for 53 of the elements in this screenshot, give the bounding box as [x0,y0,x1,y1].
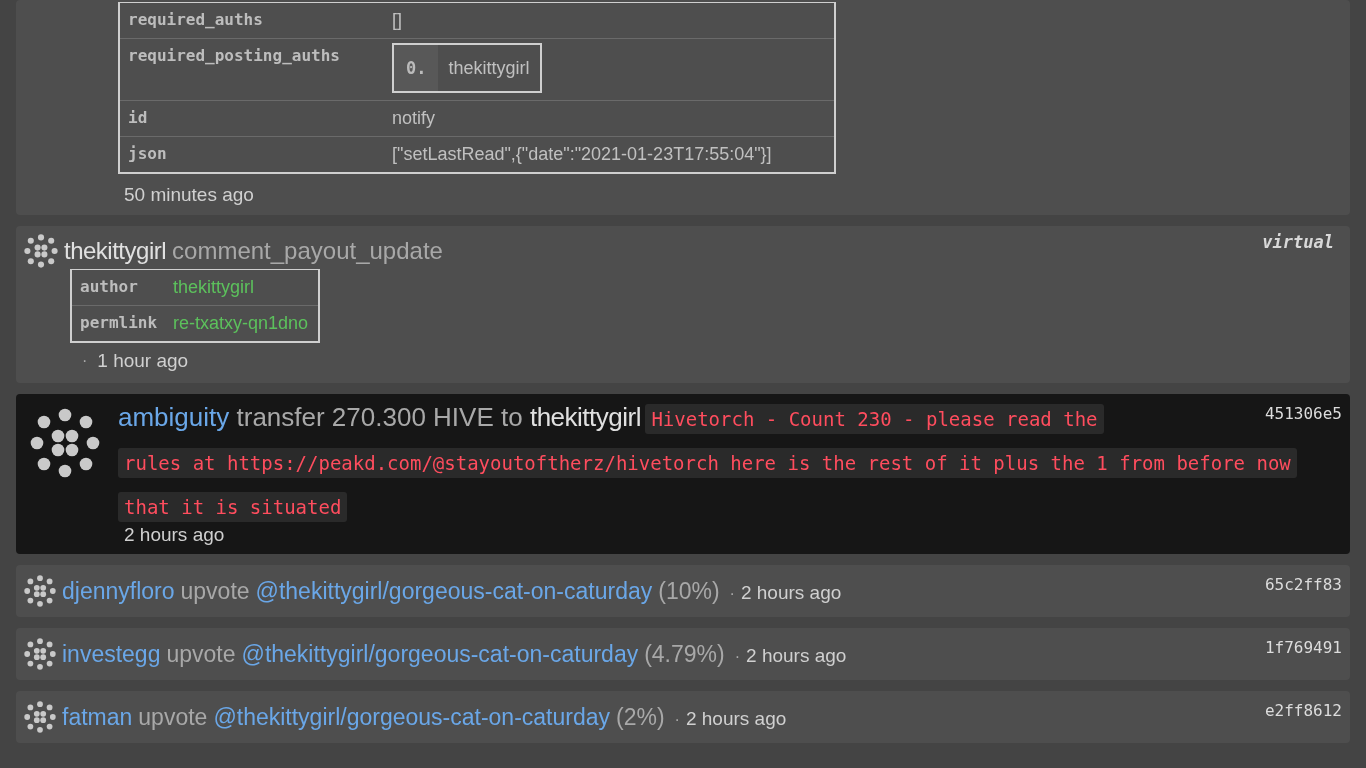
account-link[interactable]: thekittygirl [173,277,255,297]
field-key: required_posting_auths [120,39,384,101]
vote-weight: (10%) [658,577,720,605]
vote-type: upvote [138,703,208,731]
virtual-label: virtual [1262,232,1334,252]
transaction-id[interactable]: 65c2ff83 [1264,575,1342,594]
timestamp: 2 hours ago [124,524,226,546]
account-link[interactable]: ambiguity [118,402,230,432]
account-link[interactable]: djennyfloro [62,577,175,605]
list-index: 0. [394,45,439,91]
list-value: thekittygirl [447,57,531,79]
vote-type: upvote [166,640,236,668]
operation-type: comment_payout_update [172,237,443,265]
timestamp: 2 hours ago [746,644,847,667]
identicon-icon [24,701,56,733]
field-key: required_auths [120,3,384,39]
identicon-icon [24,234,58,268]
post-link[interactable]: @thekittygirl/gorgeous-cat-on-caturday [241,640,639,668]
field-value: ["setLastRead",{"date":"2021-01-23T17:55:04"}] [391,143,773,166]
identicon-icon [30,408,100,478]
transaction-id[interactable]: 1f769491 [1264,638,1342,657]
transfer-text: transfer 270.300 HIVE to [235,402,524,432]
identicon-icon [24,638,56,670]
field-value: [] [384,3,834,39]
account-link[interactable]: fatman [62,703,133,731]
account-name[interactable]: thekittygirl [64,237,167,265]
separator-dot: · [674,710,680,729]
account-link[interactable]: re-txatxy-qn1dno [173,313,309,333]
memo-text: rules at https://peakd.com/@stayoutoftherz/hivetorch here is the rest of it plus the 1 from before now [118,448,1297,478]
identicon-icon [24,575,56,607]
timestamp: 50 minutes ago [123,183,255,206]
memo-text: Hivetorch - Count 230 - please read the [645,404,1104,434]
separator-dot: · [734,647,741,666]
separator-dot: · [729,584,735,603]
timestamp: 2 hours ago [740,581,842,604]
field-key: json [120,137,384,172]
vote-weight: (4.79%) [644,640,725,668]
timestamp: 2 hours ago [685,707,787,730]
timestamp: 1 hour ago [97,350,189,372]
field-key: author [72,270,166,306]
post-link[interactable]: @thekittygirl/gorgeous-cat-on-caturday [213,703,611,731]
field-value: notify [384,101,834,137]
vote-type: upvote [180,577,250,605]
field-key: id [120,101,384,137]
transaction-id[interactable]: 451306e5 [1264,404,1342,423]
memo-text: that it is situated [118,492,348,522]
field-key: permlink [72,306,166,341]
vote-weight: (2%) [616,703,665,731]
transaction-id[interactable]: e2ff8612 [1264,701,1342,720]
separator-dot: · [82,352,88,370]
account-link[interactable]: investegg [62,640,161,668]
account-name[interactable]: thekittygirl [529,402,641,432]
post-link[interactable]: @thekittygirl/gorgeous-cat-on-caturday [255,577,653,605]
